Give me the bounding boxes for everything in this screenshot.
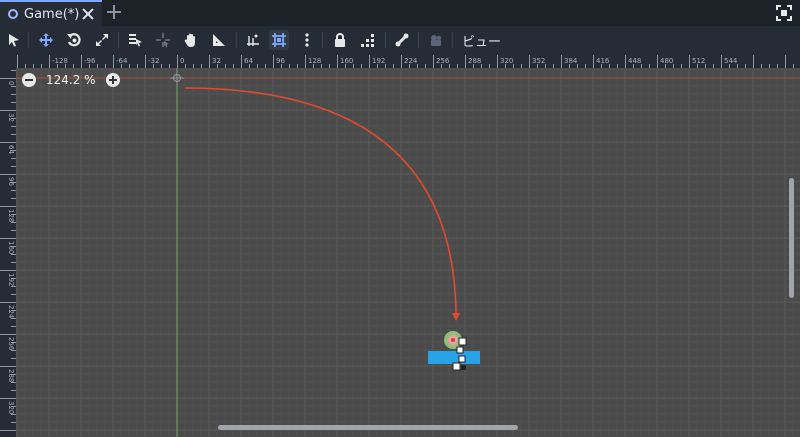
vertical-scrollbar[interactable] — [789, 178, 794, 298]
ruler-label: 32 — [212, 57, 221, 65]
ruler-label: 320 — [500, 57, 513, 65]
zoom-level[interactable]: 124.2 % — [46, 73, 96, 87]
ruler-label: 480 — [660, 57, 673, 65]
select-icon[interactable] — [4, 30, 24, 50]
zoom-in-icon[interactable] — [105, 73, 120, 87]
zoom-controls: 124.2 % — [22, 71, 120, 89]
pan-icon[interactable] — [181, 30, 201, 50]
toolbar-separator — [118, 32, 119, 48]
ruler-corner — [0, 54, 16, 68]
ruler-label: -64 — [116, 57, 128, 65]
pivot-icon[interactable] — [153, 30, 173, 50]
ruler-label: 416 — [596, 57, 610, 65]
ruler-label: 224 — [404, 57, 418, 65]
ruler-icon[interactable] — [209, 30, 229, 50]
ruler-label: 512 — [692, 57, 705, 65]
ruler-label: 448 — [628, 57, 641, 65]
more-icon[interactable] — [297, 30, 317, 50]
list-select-icon[interactable] — [125, 30, 145, 50]
add-tab-icon[interactable] — [106, 4, 122, 20]
ruler-label: 320 — [7, 401, 15, 414]
view-menu[interactable]: ビュー — [462, 31, 501, 50]
ruler-label: 32 — [7, 113, 15, 122]
canvas-viewport[interactable] — [16, 68, 800, 437]
ruler-label: 384 — [564, 57, 578, 65]
ruler-label: 160 — [340, 57, 353, 65]
ruler-label: 160 — [7, 241, 15, 254]
ruler-label: 192 — [372, 57, 385, 65]
ruler-label: 192 — [7, 273, 15, 286]
ruler-label: 288 — [468, 57, 481, 65]
skeleton-icon[interactable] — [392, 30, 412, 50]
ruler-label: 544 — [724, 57, 738, 65]
tab-label: Game(*) — [24, 6, 80, 22]
ruler-label: 288 — [7, 369, 15, 382]
group-icon[interactable] — [358, 30, 378, 50]
ruler-label: 128 — [308, 57, 321, 65]
zoom-out-icon[interactable] — [22, 73, 36, 87]
tab-bar: Game(*) — [0, 0, 800, 26]
canvas-grid — [16, 68, 800, 437]
ruler-label: 64 — [244, 57, 253, 65]
ruler-label: 0 — [7, 81, 15, 85]
rotate-icon[interactable] — [64, 30, 84, 50]
ruler-label: -32 — [148, 57, 159, 65]
tab-game[interactable]: Game(*) — [0, 0, 102, 26]
toolbar-separator — [236, 32, 237, 48]
toolbar-separator — [322, 32, 323, 48]
smart-snap-icon[interactable] — [243, 30, 263, 50]
platform-node — [428, 351, 480, 364]
ruler-label: 256 — [7, 337, 15, 351]
toolbar-separator — [28, 32, 29, 48]
toolbar-separator — [452, 32, 453, 48]
grid-snap-icon[interactable] — [269, 30, 289, 50]
ruler-label: 0 — [180, 57, 184, 65]
close-icon[interactable] — [81, 7, 95, 21]
toolbar: ビュー — [0, 26, 800, 54]
ruler-label: 96 — [276, 57, 285, 65]
lock-icon[interactable] — [330, 30, 350, 50]
ruler-label: 224 — [7, 305, 15, 319]
scale-icon[interactable] — [92, 30, 112, 50]
camera-icon[interactable] — [426, 30, 446, 50]
ruler-vertical[interactable]: 0 32 64 96 128 160 192 224 256 288 320 — [0, 68, 17, 437]
fullscreen-icon[interactable] — [776, 5, 792, 21]
move-icon[interactable] — [36, 30, 56, 50]
path-arrowhead — [452, 313, 460, 321]
ruler-label: 352 — [532, 57, 545, 65]
scene-icon — [8, 9, 18, 19]
origin-marker — [170, 71, 184, 85]
ruler-label: 96 — [7, 177, 15, 186]
horizontal-scrollbar[interactable] — [218, 425, 518, 430]
toolbar-separator — [385, 32, 386, 48]
toolbar-separator — [418, 32, 419, 48]
ruler-label: -128 — [52, 57, 68, 65]
ruler-label: 256 — [436, 57, 450, 65]
ruler-label: -96 — [84, 57, 96, 65]
ruler-horizontal[interactable]: -128 -96 -64 -32 0 32 64 96 128 160 192 224 256 288 32… — [16, 54, 800, 69]
ruler-label: 64 — [7, 145, 15, 154]
editor-window: Game(*) ビュー -128 -96 -64 -32 0 32 64 96 … — [0, 0, 800, 437]
ruler-label: 128 — [7, 209, 15, 222]
